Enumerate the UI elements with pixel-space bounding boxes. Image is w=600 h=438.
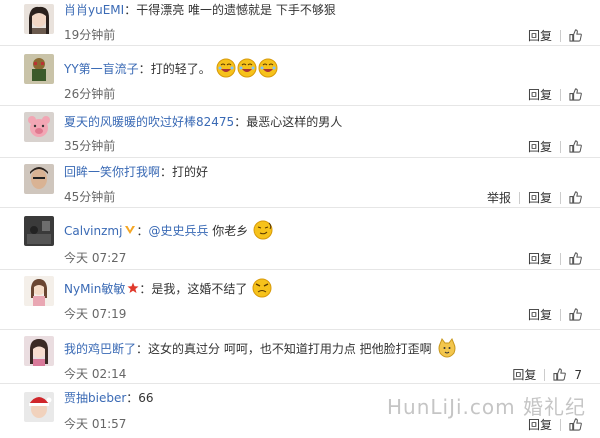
comment-time: 今天 07:19	[64, 307, 127, 321]
comment-text: 是我，这婚不结了	[151, 282, 248, 296]
smirk-emoji-icon	[252, 220, 273, 240]
colon: ：	[136, 342, 149, 356]
comment-item: NyMin敏敏 ：是我，这婚不结了 今天 07:19 回复	[0, 270, 600, 330]
comment-time: 26分钟前	[64, 87, 116, 101]
colon: ：	[234, 115, 247, 129]
comment-text: 打的轻了。	[150, 62, 211, 76]
like-icon[interactable]	[569, 308, 582, 321]
avatar[interactable]	[24, 392, 54, 422]
verified-badge-icon	[122, 224, 136, 238]
divider	[518, 191, 520, 204]
username-link[interactable]: YY第一盲流子	[64, 62, 139, 76]
star-badge-icon	[125, 282, 139, 296]
reply-button[interactable]: 回复	[528, 189, 552, 206]
divider	[560, 29, 561, 42]
divider	[560, 88, 561, 101]
doge-emoji-icon	[436, 338, 457, 358]
watermark: HunLiJi.com 婚礼纪	[387, 395, 586, 419]
divider	[560, 418, 561, 431]
like-icon[interactable]	[569, 88, 582, 101]
reply-button[interactable]: 回复	[528, 306, 552, 323]
divider	[544, 368, 546, 381]
divider	[560, 252, 561, 265]
comment-text: 打的好	[172, 165, 209, 179]
comment-time: 19分钟前	[64, 28, 116, 42]
comment-text: 干得漂亮 唯一的遗憾就是 下手不够狠	[136, 3, 336, 17]
colon: ：	[160, 165, 173, 179]
comment-time: 45分钟前	[64, 190, 116, 204]
reply-button[interactable]: 回复	[528, 27, 552, 44]
avatar[interactable]	[24, 54, 54, 84]
comment-text: 66	[138, 391, 154, 405]
comment-item: Calvinzmj ：@史史兵兵 你老乡 今天 07:27 回复	[0, 208, 600, 270]
comment-time: 今天 07:27	[64, 251, 127, 265]
divider	[560, 191, 561, 204]
like-icon[interactable]	[569, 140, 582, 153]
username-link[interactable]: 我的鸡巴断了	[64, 342, 136, 356]
laughing-emoji-icon	[236, 58, 257, 78]
colon: ：	[124, 3, 137, 17]
mention-link[interactable]: @史史兵兵	[148, 224, 208, 238]
report-button[interactable]: 举报	[487, 189, 511, 206]
like-icon[interactable]	[569, 29, 582, 42]
reply-button[interactable]: 回复	[528, 138, 552, 155]
avatar[interactable]	[24, 4, 54, 34]
comment-text: 你老乡	[212, 224, 249, 238]
angry-emoji-icon	[251, 278, 272, 298]
avatar[interactable]	[24, 336, 54, 366]
avatar[interactable]	[24, 276, 54, 306]
divider	[560, 308, 561, 321]
colon: ：	[138, 62, 151, 76]
comment-item: 回眸一笑你打我啊：打的好 45分钟前 举报 回复	[0, 158, 600, 208]
username-link[interactable]: 夏天的风暖暖的吹过好棒82475	[64, 115, 234, 129]
username-link[interactable]: NyMin敏敏	[64, 282, 125, 296]
username-link[interactable]: 回眸一笑你打我啊	[64, 165, 160, 179]
comment-item: 肖肖yuEMI：干得漂亮 唯一的遗憾就是 下手不够狠 19分钟前 回复	[0, 0, 600, 46]
username-link[interactable]: 贾抽bieber	[64, 391, 126, 405]
reply-button[interactable]: 回复	[528, 86, 552, 103]
like-icon[interactable]	[553, 368, 567, 381]
avatar[interactable]	[24, 216, 54, 246]
like-count: 7	[574, 367, 582, 382]
laughing-emoji-icon	[257, 58, 278, 78]
avatar[interactable]	[24, 164, 54, 194]
comment-time: 今天 02:14	[64, 367, 127, 381]
username-link[interactable]: 肖肖yuEMI	[64, 3, 124, 17]
comment-item: YY第一盲流子：打的轻了。 26分钟前 回复	[0, 46, 600, 106]
colon: ：	[126, 391, 139, 405]
avatar[interactable]	[24, 112, 54, 142]
divider	[560, 140, 561, 153]
comment-item: 夏天的风暖暖的吹过好棒82475：最恶心这样的男人 35分钟前 回复	[0, 106, 600, 158]
comment-item: 我的鸡巴断了：这女的真过分 呵呵，也不知道打用力点 把他脸打歪啊 今天 02:1…	[0, 330, 600, 384]
like-icon[interactable]	[569, 252, 582, 265]
username-link[interactable]: Calvinzmj	[64, 224, 122, 238]
comment-time: 35分钟前	[64, 139, 116, 153]
reply-button[interactable]: 回复	[528, 250, 552, 267]
comment-text: 这女的真过分 呵呵，也不知道打用力点 把他脸打歪啊	[148, 342, 432, 356]
comment-time: 今天 01:57	[64, 417, 127, 431]
colon: ：	[136, 224, 149, 238]
reply-button[interactable]: 回复	[512, 366, 536, 383]
comment-text: 最恶心这样的男人	[246, 115, 343, 129]
colon: ：	[139, 282, 152, 296]
like-icon[interactable]	[569, 191, 582, 204]
laughing-emoji-icon	[215, 58, 236, 78]
